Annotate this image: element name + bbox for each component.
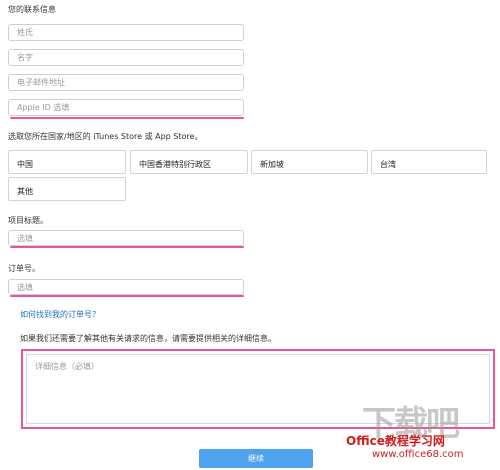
region-option-singapore[interactable]: 新加坡: [251, 150, 368, 174]
apple-id-placeholder: Apple ID 选填: [17, 103, 70, 112]
surname-field[interactable]: 姓氏: [8, 24, 244, 41]
apple-id-highlight: [10, 117, 244, 119]
order-number-placeholder: 选填: [17, 282, 33, 292]
project-title-field[interactable]: 选填: [8, 230, 244, 246]
email-placeholder: 电子邮件地址: [17, 78, 65, 87]
office-watermark-url: www.office68.com: [372, 449, 464, 460]
order-number-label: 订单号。: [8, 264, 40, 273]
region-option-hongkong[interactable]: 中国香港特别行政区: [130, 150, 248, 174]
order-number-field[interactable]: 选填: [8, 279, 244, 295]
given-name-field[interactable]: 名字: [8, 49, 244, 66]
email-field[interactable]: 电子邮件地址: [8, 74, 244, 91]
find-order-number-link[interactable]: 如何找到我的订单号？: [20, 309, 100, 320]
order-number-highlight: [10, 295, 244, 297]
surname-placeholder: 姓氏: [17, 28, 33, 37]
region-option-taiwan[interactable]: 台湾: [371, 150, 487, 174]
project-title-label: 项目标题。: [8, 216, 48, 225]
given-name-placeholder: 名字: [17, 53, 33, 62]
project-title-placeholder: 选填: [17, 233, 33, 243]
details-prompt: 如果我们还需要了解其他有关请求的信息，请需要提供相关的详细信息。: [20, 334, 276, 343]
continue-button[interactable]: 继续: [199, 449, 313, 468]
apple-id-field[interactable]: Apple ID 选填: [8, 99, 244, 116]
contact-heading: 您的联系信息: [8, 5, 56, 14]
details-placeholder: 详细信息（必填）: [35, 362, 99, 371]
region-prompt: 选取您所在国家/地区的 iTunes Store 或 App Store。: [8, 132, 203, 141]
region-option-other[interactable]: 其他: [8, 177, 126, 201]
project-title-highlight: [10, 246, 244, 248]
office-watermark-title: Office教程学习网: [346, 434, 445, 448]
region-option-china[interactable]: 中国: [8, 150, 126, 174]
